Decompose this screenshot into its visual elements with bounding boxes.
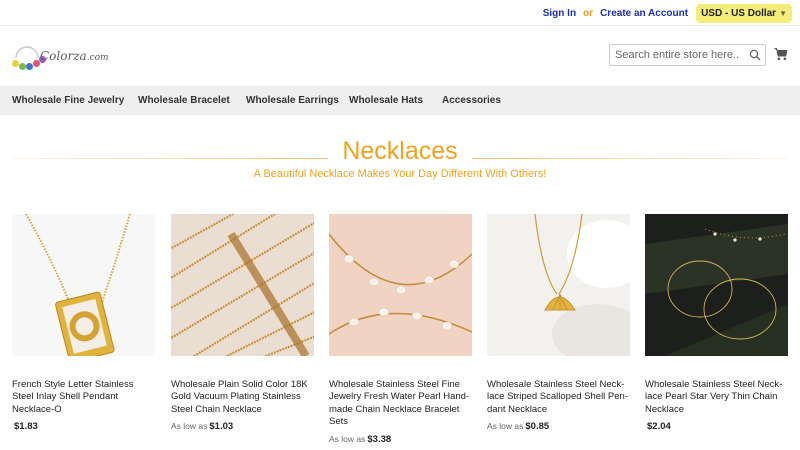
product-name[interactable]: Wholesale Plain Solid Color 18K Gold Vac…: [171, 379, 314, 416]
sign-in-link[interactable]: Sign In: [543, 8, 576, 19]
page-subtitle: A Beautiful Necklace Makes Your Day Diff…: [253, 168, 547, 180]
product-card: Wholesale Stainless Steel Neck-lace Pear…: [645, 214, 788, 432]
nav-item-earrings[interactable]: Wholesale Earrings: [246, 95, 339, 106]
nav-item-fine-jewelry[interactable]: Wholesale Fine Jewelry: [12, 95, 124, 106]
cart-icon[interactable]: [774, 47, 788, 61]
product-card: Wholesale Plain Solid Color 18K Gold Vac…: [171, 214, 314, 432]
nav-item-accessories[interactable]: Accessories: [442, 95, 501, 106]
create-account-link[interactable]: Create an Account: [600, 8, 688, 19]
page-title: Necklaces: [0, 137, 800, 166]
logo-dot: [26, 63, 33, 70]
nav-item-bracelet[interactable]: Wholesale Bracelet: [138, 95, 230, 106]
currency-switcher[interactable]: USD - US Dollar ▼: [696, 3, 792, 23]
site-logo[interactable]: Colorza.com: [12, 40, 122, 72]
chevron-down-icon: ▼: [779, 8, 787, 18]
product-image[interactable]: [171, 214, 314, 356]
product-image[interactable]: [645, 214, 788, 356]
product-card: French Style Letter Stainless Steel Inla…: [12, 214, 155, 432]
product-image[interactable]: [12, 214, 155, 356]
product-price: As low as $0.85: [487, 421, 550, 433]
product-price: As low as $1.03: [171, 421, 234, 433]
product-name[interactable]: French Style Letter Stainless Steel Inla…: [12, 379, 155, 416]
product-name[interactable]: Wholesale Stainless Steel Neck-lace Pear…: [645, 379, 788, 416]
logo-dot: [12, 60, 19, 67]
search-input[interactable]: [610, 45, 740, 65]
product-price: As low as $3.38: [329, 433, 392, 445]
account-links: Sign In or Create an Account USD - US Do…: [543, 2, 792, 24]
main-nav: Wholesale Fine Jewelry Wholesale Bracele…: [0, 86, 800, 115]
top-bar: Sign In or Create an Account USD - US Do…: [0, 0, 800, 26]
logo-dot: [19, 63, 26, 70]
product-card: Wholesale Stainless Steel Neck-lace Stri…: [487, 214, 630, 432]
search-box: [609, 44, 766, 66]
product-image[interactable]: [329, 214, 472, 356]
product-card: Wholesale Stainless Steel Fine Jewelry F…: [329, 214, 472, 445]
search-icon[interactable]: [749, 49, 761, 61]
product-image[interactable]: [487, 214, 630, 356]
nav-item-hats[interactable]: Wholesale Hats: [349, 95, 423, 106]
product-name[interactable]: Wholesale Stainless Steel Neck-lace Stri…: [487, 379, 630, 416]
or-separator: or: [583, 7, 594, 19]
currency-label: USD - US Dollar: [701, 7, 777, 19]
product-price: $1.83: [14, 421, 38, 433]
product-price: $2.04: [647, 421, 671, 433]
logo-text: Colorza.com: [40, 49, 109, 63]
product-name[interactable]: Wholesale Stainless Steel Fine Jewelry F…: [329, 379, 472, 429]
